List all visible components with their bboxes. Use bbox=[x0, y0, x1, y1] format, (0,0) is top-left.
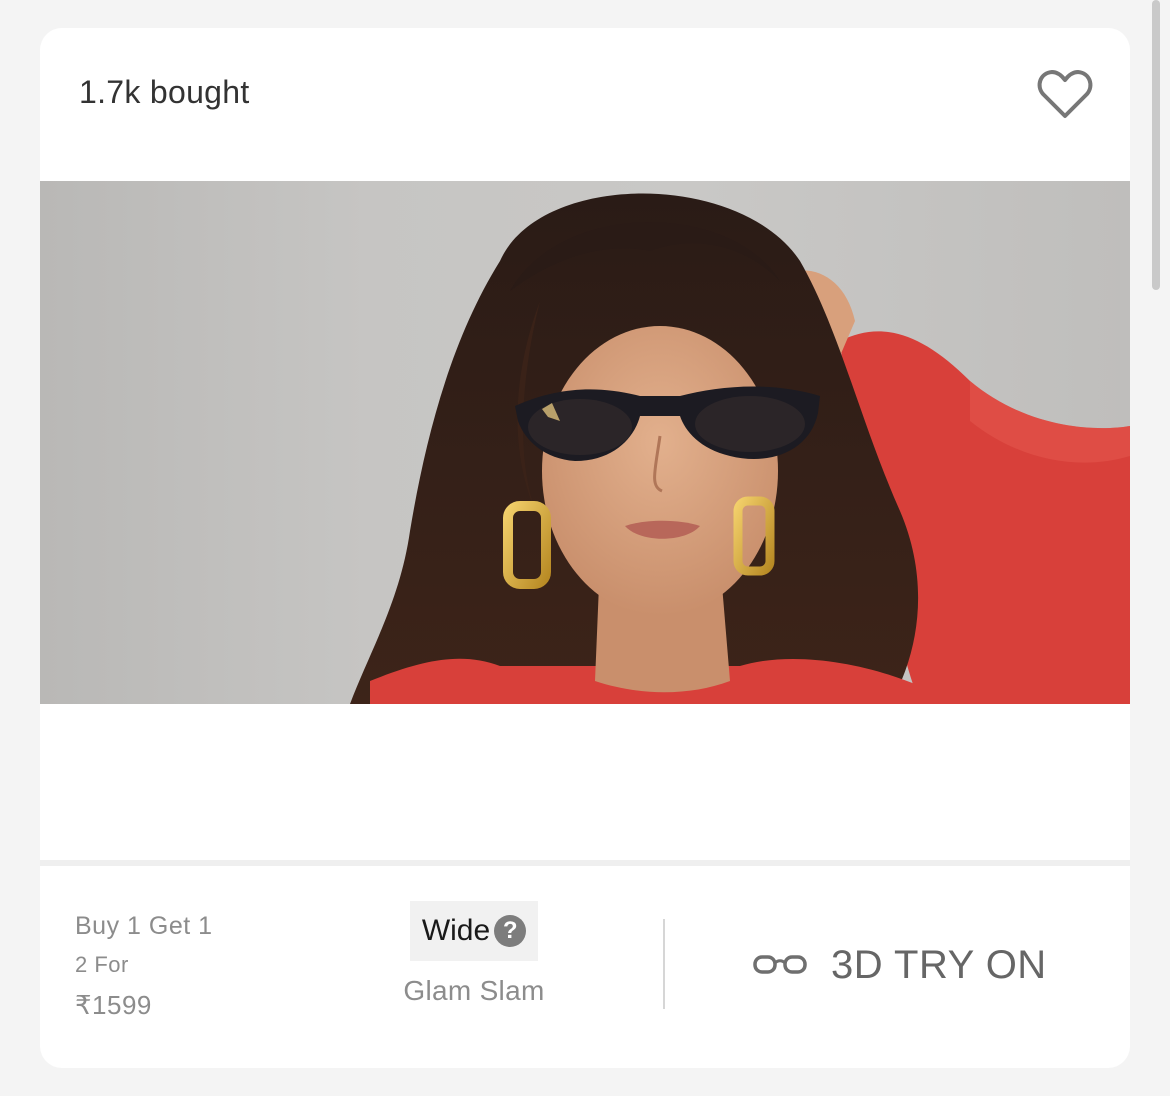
offer-subtext: 2 For bbox=[75, 952, 129, 977]
frame-width-label: Wide bbox=[421, 914, 491, 947]
offer-text: Buy 1 Get 1 bbox=[75, 912, 213, 940]
heart-outline-icon[interactable] bbox=[1037, 68, 1093, 120]
product-image[interactable] bbox=[40, 181, 1130, 704]
product-card[interactable]: 1.7k bought Buy 1 Get 1 2 For ₹1599 Wide… bbox=[40, 28, 1130, 1068]
3d-try-on-button[interactable]: 3D TRY ON bbox=[753, 940, 1047, 990]
collection-name: Glam Slam bbox=[403, 975, 545, 1006]
question-circle-icon[interactable]: ? bbox=[494, 915, 527, 947]
bought-count: 1.7k bought bbox=[79, 74, 250, 110]
offer-price: ₹1599 bbox=[75, 990, 152, 1020]
frame-width-badge[interactable]: Wide ? bbox=[410, 901, 538, 961]
model-illustration bbox=[350, 193, 1130, 704]
glasses-icon bbox=[753, 955, 807, 974]
vertical-divider bbox=[663, 919, 665, 1009]
scrollbar[interactable] bbox=[1152, 0, 1160, 290]
section-divider bbox=[40, 860, 1130, 866]
3d-try-on-label: 3D TRY ON bbox=[831, 942, 1047, 987]
